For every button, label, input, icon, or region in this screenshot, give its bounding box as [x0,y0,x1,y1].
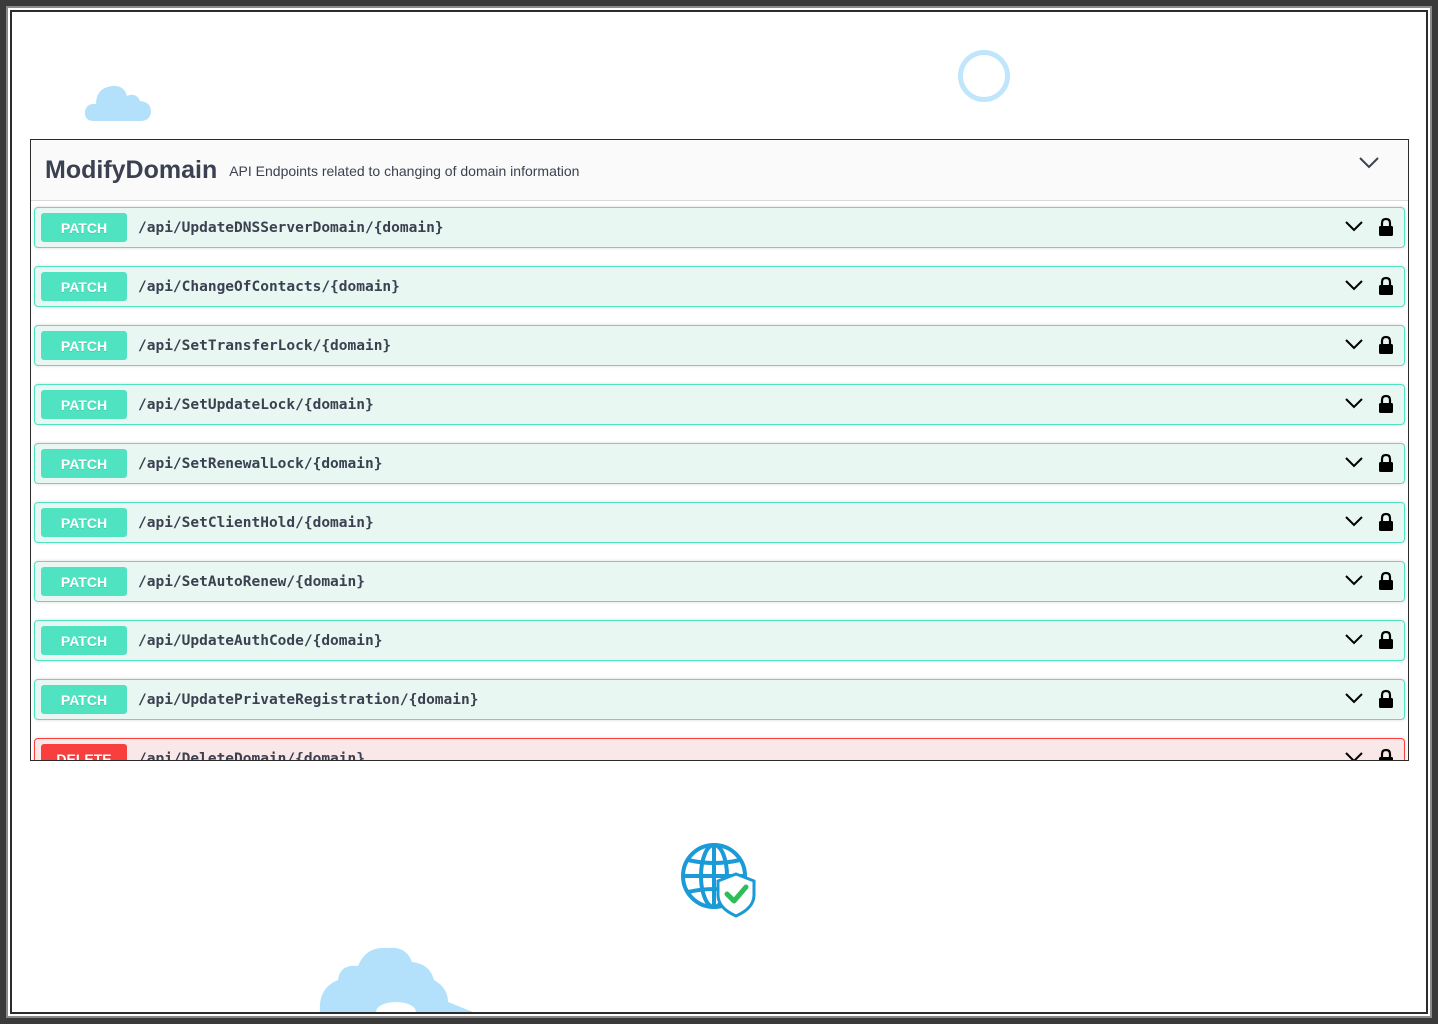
operation-row[interactable]: PATCH/api/SetAutoRenew/{domain} [34,561,1405,602]
section-header[interactable]: ModifyDomain API Endpoints related to ch… [31,140,1408,201]
endpoint-path: /api/ChangeOfContacts/{domain} [138,278,400,295]
endpoint-path: /api/SetRenewalLock/{domain} [138,455,383,472]
endpoint-path: /api/SetUpdateLock/{domain} [138,396,374,413]
operation-row[interactable]: PATCH/api/UpdateAuthCode/{domain} [34,620,1405,661]
chevron-down-icon[interactable] [1344,219,1364,233]
endpoint-path: /api/UpdateDNSServerDomain/{domain} [138,219,444,236]
endpoint-path: /api/SetTransferLock/{domain} [138,337,392,354]
method-badge: DELETE [41,744,127,760]
chevron-down-icon[interactable] [1344,691,1364,705]
operation-row[interactable]: PATCH/api/UpdatePrivateRegistration/{dom… [34,679,1405,720]
lock-icon[interactable] [1378,748,1394,761]
chevron-down-icon[interactable] [1344,573,1364,587]
method-badge: PATCH [41,331,127,360]
gear-icon [318,947,478,1014]
method-badge: PATCH [41,626,127,655]
method-badge: PATCH [41,508,127,537]
chevron-down-icon[interactable] [1344,750,1364,761]
cloud-icon [84,85,151,121]
operations-list: PATCH/api/UpdateDNSServerDomain/{domain}… [31,201,1408,761]
endpoint-path: /api/DeleteDomain/{domain} [138,750,365,761]
lock-icon[interactable] [1378,571,1394,591]
lock-icon[interactable] [1378,394,1394,414]
operation-row[interactable]: PATCH/api/SetUpdateLock/{domain} [34,384,1405,425]
endpoint-path: /api/SetAutoRenew/{domain} [138,573,365,590]
method-badge: PATCH [41,213,127,242]
operation-row[interactable]: DELETE/api/DeleteDomain/{domain} [34,738,1405,761]
operation-row[interactable]: PATCH/api/UpdateDNSServerDomain/{domain} [34,207,1405,248]
operation-row[interactable]: PATCH/api/SetTransferLock/{domain} [34,325,1405,366]
chevron-down-icon[interactable] [1344,337,1364,351]
lock-icon[interactable] [1378,217,1394,237]
method-badge: PATCH [41,567,127,596]
method-badge: PATCH [41,685,127,714]
chevron-down-icon[interactable] [1344,455,1364,469]
globe-shield-icon [681,843,756,918]
method-badge: PATCH [41,390,127,419]
lock-icon[interactable] [1378,335,1394,355]
lock-icon[interactable] [1378,453,1394,473]
operation-row[interactable]: PATCH/api/SetRenewalLock/{domain} [34,443,1405,484]
ring-icon [958,50,1010,102]
lock-icon[interactable] [1378,276,1394,296]
chevron-down-icon[interactable] [1344,278,1364,292]
operation-row[interactable]: PATCH/api/ChangeOfContacts/{domain} [34,266,1405,307]
chevron-down-icon[interactable] [1358,156,1380,170]
endpoint-path: /api/UpdatePrivateRegistration/{domain} [138,691,479,708]
endpoint-path: /api/UpdateAuthCode/{domain} [138,632,383,649]
section-description: API Endpoints related to changing of dom… [229,163,580,179]
chevron-down-icon[interactable] [1344,396,1364,410]
lock-icon[interactable] [1378,689,1394,709]
endpoint-path: /api/SetClientHold/{domain} [138,514,374,531]
lock-icon[interactable] [1378,630,1394,650]
chevron-down-icon[interactable] [1344,632,1364,646]
section-title: ModifyDomain [45,155,218,184]
modify-domain-panel: ModifyDomain API Endpoints related to ch… [30,139,1409,761]
method-badge: PATCH [41,272,127,301]
operation-row[interactable]: PATCH/api/SetClientHold/{domain} [34,502,1405,543]
lock-icon[interactable] [1378,512,1394,532]
method-badge: PATCH [41,449,127,478]
chevron-down-icon[interactable] [1344,514,1364,528]
